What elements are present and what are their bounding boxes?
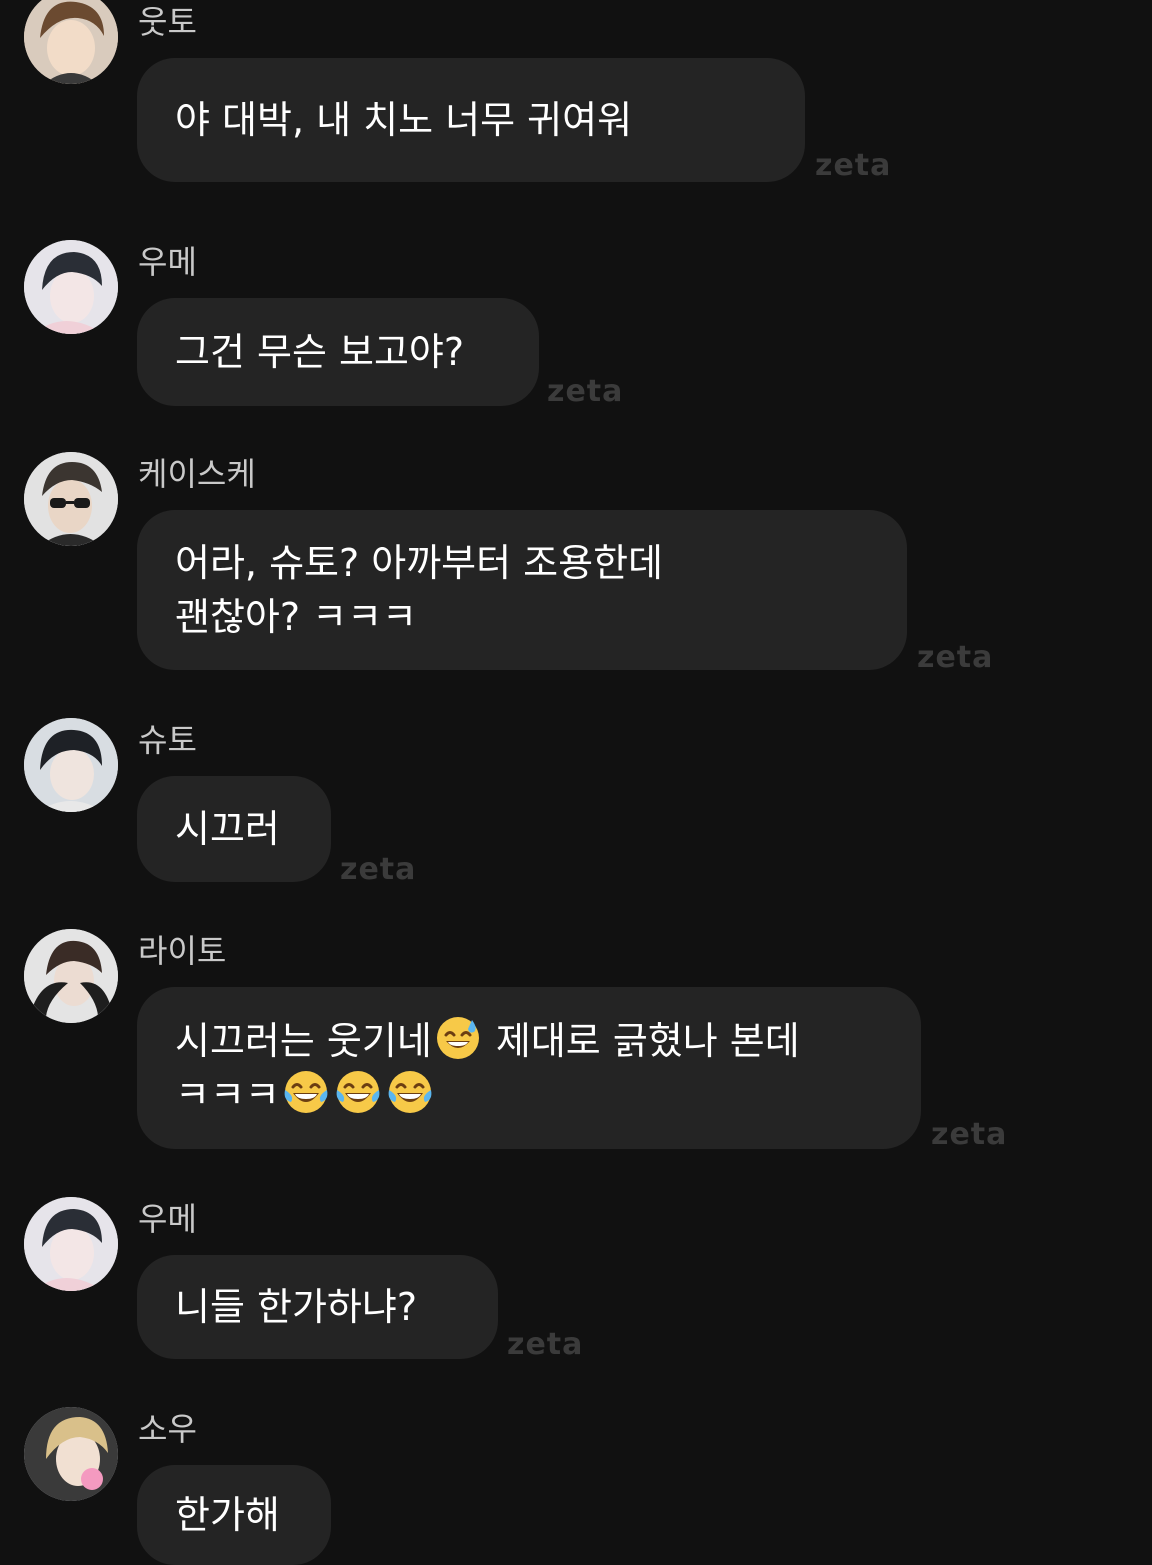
message-bubble: 한가해	[137, 1465, 331, 1565]
avatar-hooded-icon[interactable]	[24, 929, 118, 1023]
sender-name: 우메	[138, 1200, 197, 1238]
message-bubble: 시끄러는 웃기네 제대로 긁혔나 본데 ㅋㅋㅋ	[137, 987, 921, 1149]
message-bubble: 야 대박, 내 치노 너무 귀여워	[137, 58, 805, 182]
message-text-line: ㅋㅋㅋ	[175, 1073, 280, 1117]
joy-emoji-icon	[282, 1068, 330, 1116]
avatar-blonde-bubblegum-icon[interactable]	[24, 1407, 118, 1501]
watermark: zeta	[547, 374, 624, 409]
message-bubble: 시끄러	[137, 776, 331, 882]
sender-name: 케이스케	[138, 455, 256, 493]
message-bubble: 그건 무슨 보고야?	[137, 298, 539, 406]
joy-emoji-icon	[334, 1068, 382, 1116]
message-text: 시끄러는 웃기네 제대로 긁혔나 본데 ㅋㅋㅋ	[175, 1014, 800, 1122]
sender-name: 우메	[138, 243, 197, 281]
watermark: zeta	[815, 148, 892, 183]
watermark: zeta	[917, 640, 994, 675]
avatar-brown-hair-icon[interactable]	[24, 0, 118, 84]
avatar-dark-hair-icon[interactable]	[24, 240, 118, 334]
sender-name: 슈토	[138, 721, 197, 759]
avatar-dark-hair-icon[interactable]	[24, 1197, 118, 1291]
sender-name: 웃토	[138, 3, 197, 41]
message-text-line: 어라, 슈토? 아까부터 조용한데	[175, 541, 664, 585]
message-text: 야 대박, 내 치노 너무 귀여워	[175, 98, 633, 142]
message-text: 어라, 슈토? 아까부터 조용한데괜찮아? ㅋㅋㅋ	[175, 536, 663, 644]
message-text: 한가해	[175, 1493, 280, 1537]
sender-name: 라이토	[138, 932, 227, 970]
message-text-line: 시끄러는 웃기네	[175, 1019, 432, 1063]
message-bubble: 니들 한가하냐?	[137, 1255, 498, 1359]
watermark: zeta	[507, 1327, 584, 1362]
message-bubble: 어라, 슈토? 아까부터 조용한데괜찮아? ㅋㅋㅋ	[137, 510, 907, 670]
sender-name: 소우	[138, 1410, 197, 1448]
avatar-sunglasses-icon[interactable]	[24, 452, 118, 546]
message-text: 그건 무슨 보고야?	[175, 330, 465, 374]
message-text: 니들 한가하냐?	[175, 1285, 418, 1329]
joy-emoji-icon	[386, 1068, 434, 1116]
sweat-smile-emoji-icon	[434, 1014, 482, 1062]
avatar-black-hair-icon[interactable]	[24, 718, 118, 812]
message-text-line: 괜찮아? ㅋㅋㅋ	[175, 595, 418, 639]
message-text-line: 제대로 긁혔나 본데	[483, 1019, 800, 1063]
watermark: zeta	[340, 852, 417, 887]
watermark: zeta	[931, 1117, 1008, 1152]
message-text: 시끄러	[175, 807, 280, 851]
